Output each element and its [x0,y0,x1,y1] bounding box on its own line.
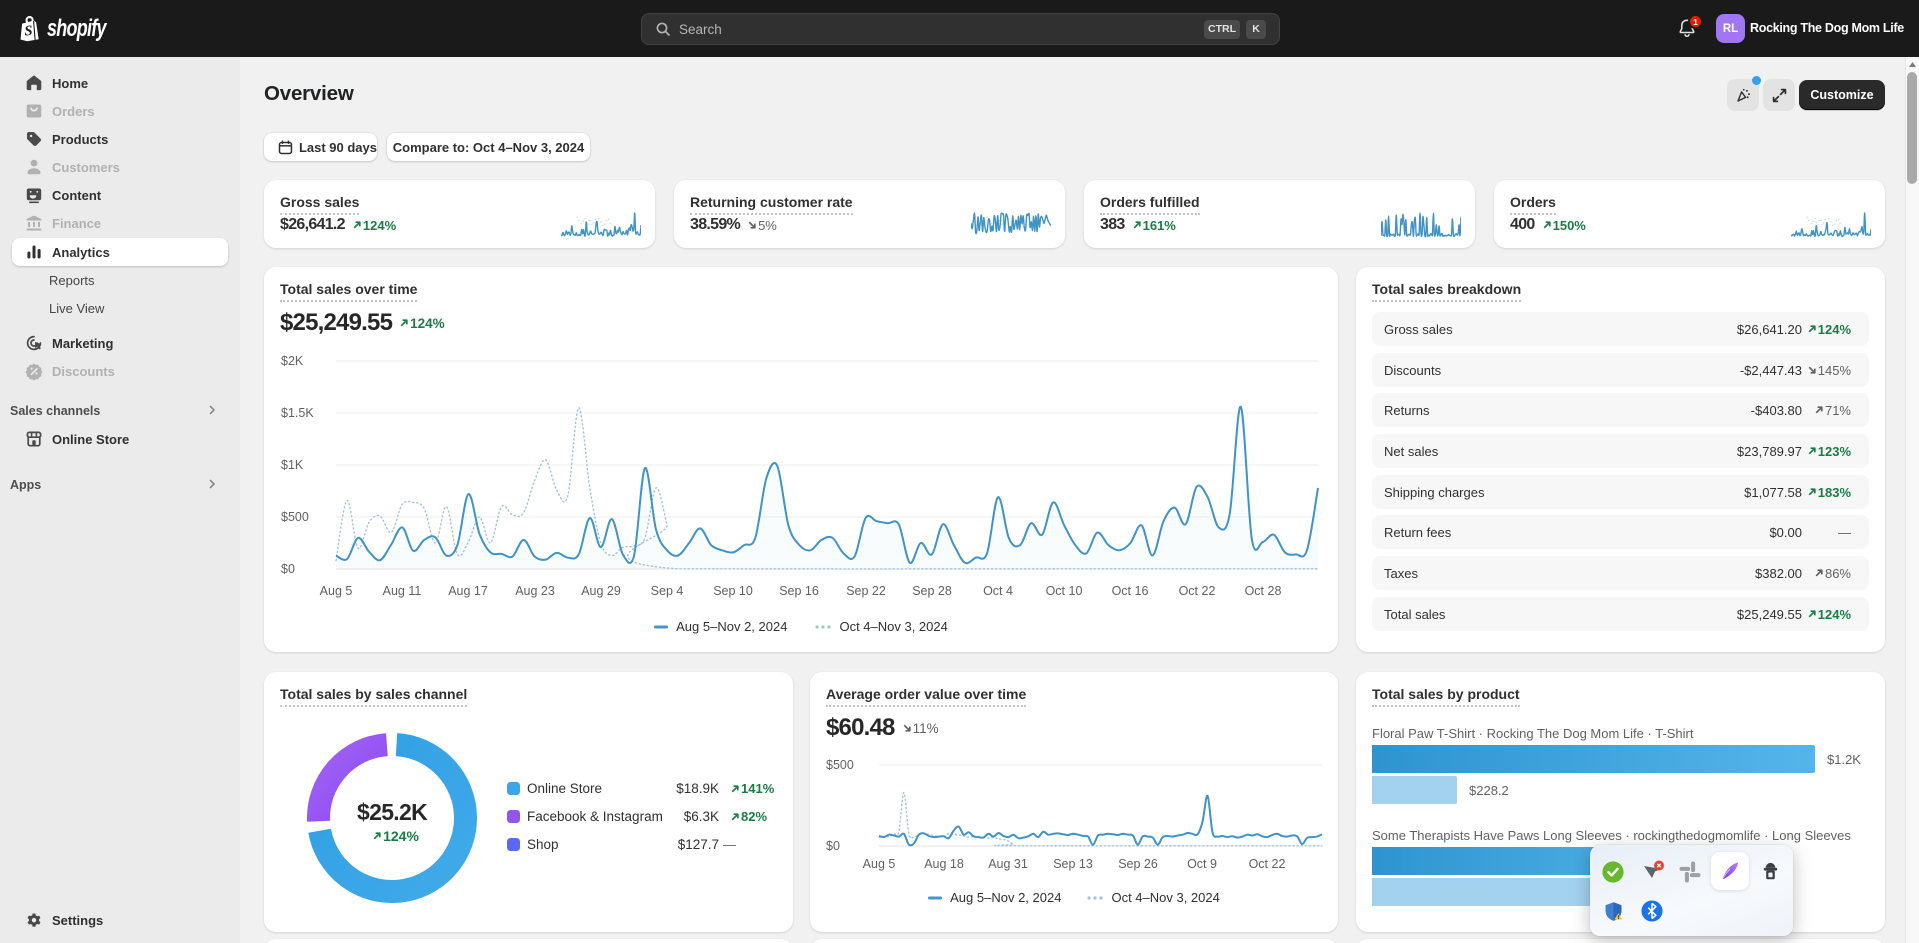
svg-text:Sep 4: Sep 4 [651,584,684,598]
svg-text:Sep 13: Sep 13 [1053,857,1093,871]
svg-text:Sep 16: Sep 16 [779,584,819,598]
svg-text:$1.5K: $1.5K [281,406,314,420]
svg-text:Sep 26: Sep 26 [1118,857,1158,871]
svg-text:Oct 22: Oct 22 [1249,857,1286,871]
svg-text:$0: $0 [826,839,840,853]
svg-text:Sep 22: Sep 22 [846,584,886,598]
svg-text:$0: $0 [281,562,295,576]
svg-text:S: S [24,23,33,40]
svg-text:Oct 28: Oct 28 [1245,584,1282,598]
svg-text:Aug 18: Aug 18 [924,857,964,871]
svg-text:$2K: $2K [281,354,304,368]
svg-text:Aug 11: Aug 11 [383,584,422,598]
svg-text:Aug 17: Aug 17 [448,584,488,598]
svg-text:Oct 22: Oct 22 [1179,584,1216,598]
svg-text:Oct 16: Oct 16 [1112,584,1149,598]
svg-text:$1K: $1K [281,458,304,472]
svg-text:Sep 10: Sep 10 [713,584,753,598]
svg-text:Oct 4: Oct 4 [983,584,1013,598]
svg-text:Sep 28: Sep 28 [912,584,952,598]
svg-text:Oct 9: Oct 9 [1187,857,1217,871]
svg-text:Aug 23: Aug 23 [515,584,555,598]
svg-text:Oct 10: Oct 10 [1046,584,1083,598]
svg-text:Aug 5: Aug 5 [320,584,353,598]
svg-text:Aug 29: Aug 29 [581,584,621,598]
svg-text:$500: $500 [826,758,854,772]
svg-text:Aug 5: Aug 5 [863,857,896,871]
svg-text:$500: $500 [281,510,309,524]
svg-text:Aug 31: Aug 31 [988,857,1028,871]
